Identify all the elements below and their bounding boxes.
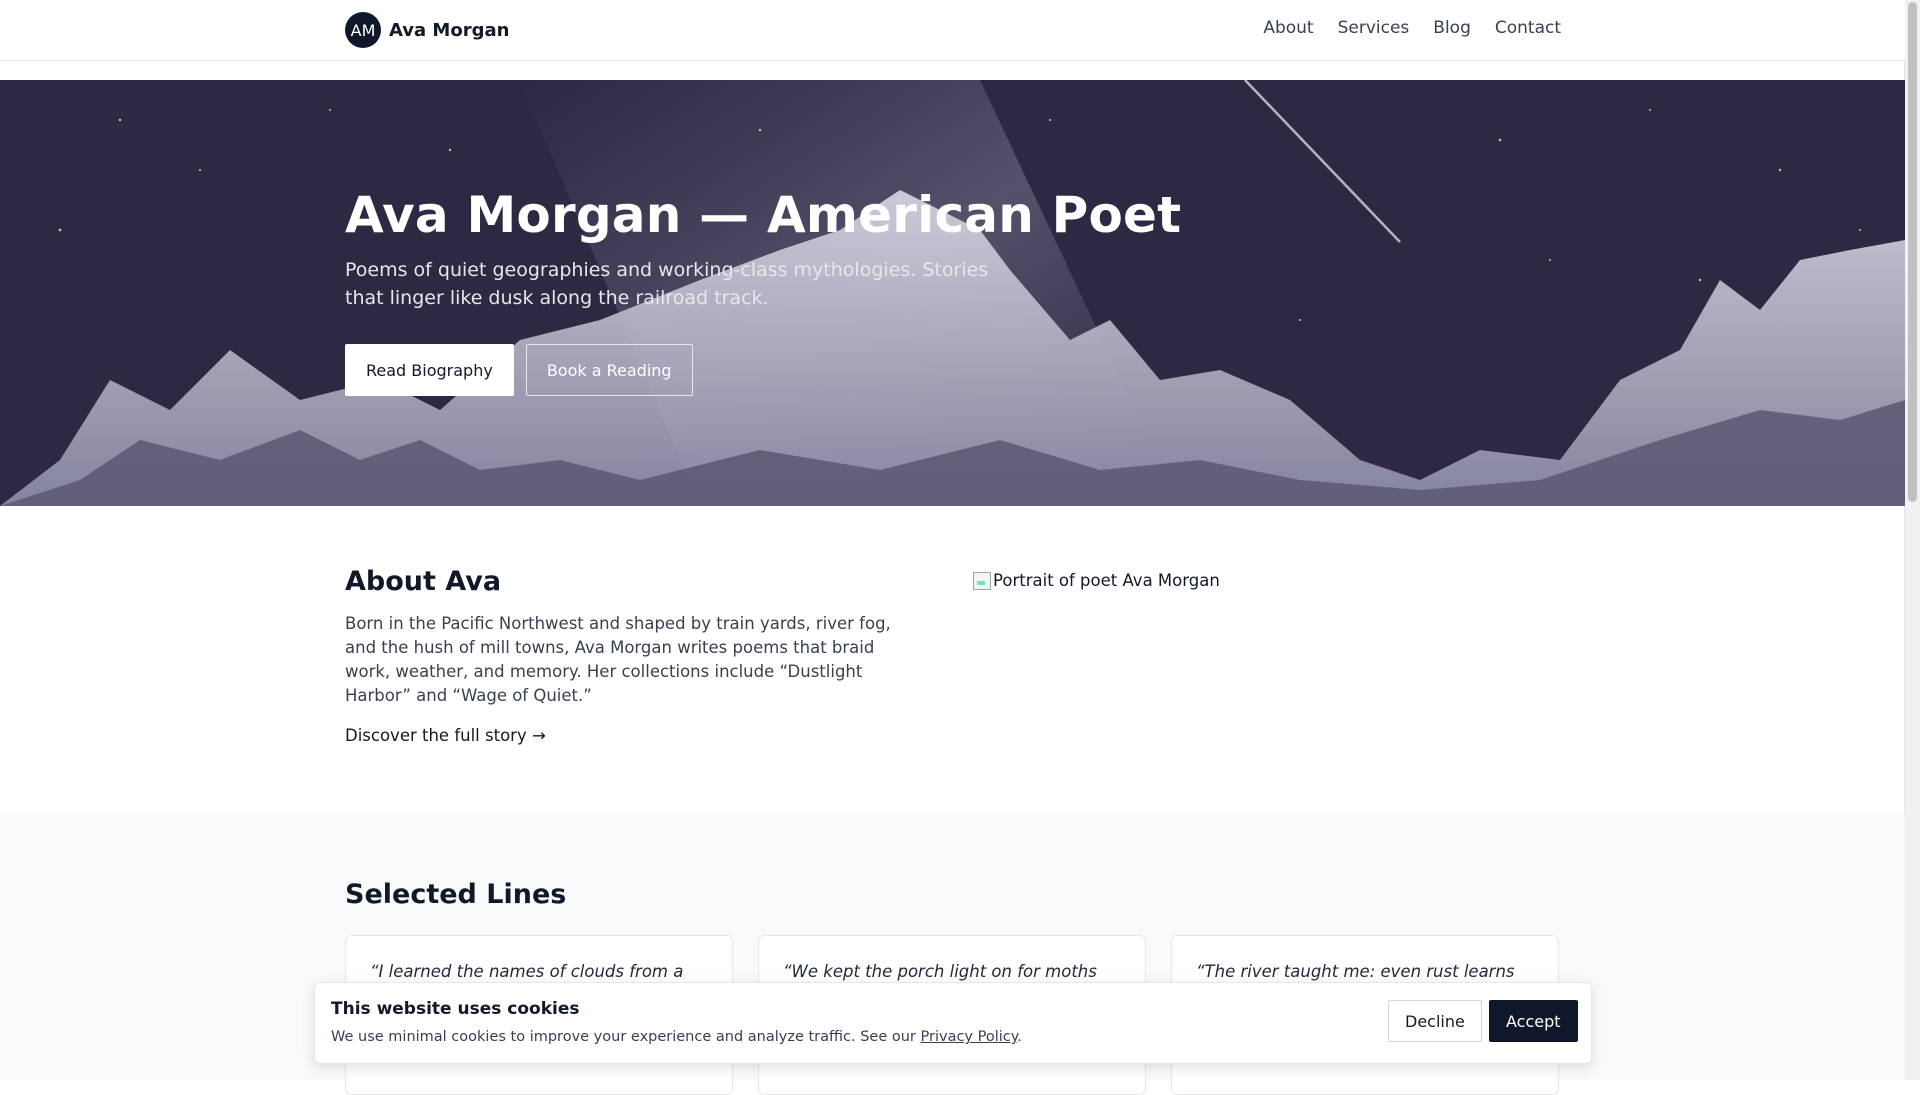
scrollbar-thumb[interactable] xyxy=(1908,2,1917,502)
nav-link-contact[interactable]: Contact xyxy=(1495,18,1561,38)
about-body: Born in the Pacific Northwest and shaped… xyxy=(345,614,891,705)
hero-subtitle: Poems of quiet geographies and working-c… xyxy=(345,259,989,309)
hero-buttons: Read Biography Book a Reading xyxy=(345,344,693,396)
discover-story-link[interactable]: Discover the full story → xyxy=(345,726,546,745)
brand-avatar: AM xyxy=(345,12,381,48)
decline-cookies-button[interactable]: Decline xyxy=(1388,1000,1482,1042)
read-biography-button[interactable]: Read Biography xyxy=(345,344,514,396)
quote-text: “I learned the names of clouds from a xyxy=(370,962,684,981)
page-scrollbar[interactable] xyxy=(1904,0,1920,1080)
nav-link-blog[interactable]: Blog xyxy=(1433,18,1471,38)
cookie-message: We use minimal cookies to improve your e… xyxy=(331,1029,916,1045)
hero-title: Ava Morgan — American Poet xyxy=(345,186,1182,244)
nav-link-services[interactable]: Services xyxy=(1338,18,1410,38)
about-title: About Ava xyxy=(345,566,502,597)
portrait-image: Portrait of poet Ava Morgan xyxy=(973,571,1220,590)
brand-name: Ava Morgan xyxy=(389,19,510,41)
book-reading-button[interactable]: Book a Reading xyxy=(525,344,693,396)
privacy-policy-link[interactable]: Privacy Policy xyxy=(921,1029,1018,1045)
main-nav: About Services Blog Contact xyxy=(1263,18,1561,38)
cookie-period: . xyxy=(1017,1029,1022,1045)
nav-link-about[interactable]: About xyxy=(1263,18,1313,38)
hero-section: Ava Morgan — American Poet Poems of quie… xyxy=(0,80,1905,506)
cookie-title: This website uses cookies xyxy=(331,999,580,1019)
brand-logo-link[interactable]: AM Ava Morgan xyxy=(345,12,509,48)
selected-lines-title: Selected Lines xyxy=(345,879,567,910)
cookie-banner: This website uses cookies We use minimal… xyxy=(314,982,1592,1064)
broken-image-icon xyxy=(973,571,991,590)
site-header: AM Ava Morgan About Services Blog Contac… xyxy=(0,0,1905,61)
accept-cookies-button[interactable]: Accept xyxy=(1489,1000,1578,1042)
quote-text: “We kept the porch light on for moths xyxy=(783,962,1097,981)
portrait-alt-text: Portrait of poet Ava Morgan xyxy=(993,571,1220,590)
cookie-text: We use minimal cookies to improve your e… xyxy=(331,1029,1022,1045)
